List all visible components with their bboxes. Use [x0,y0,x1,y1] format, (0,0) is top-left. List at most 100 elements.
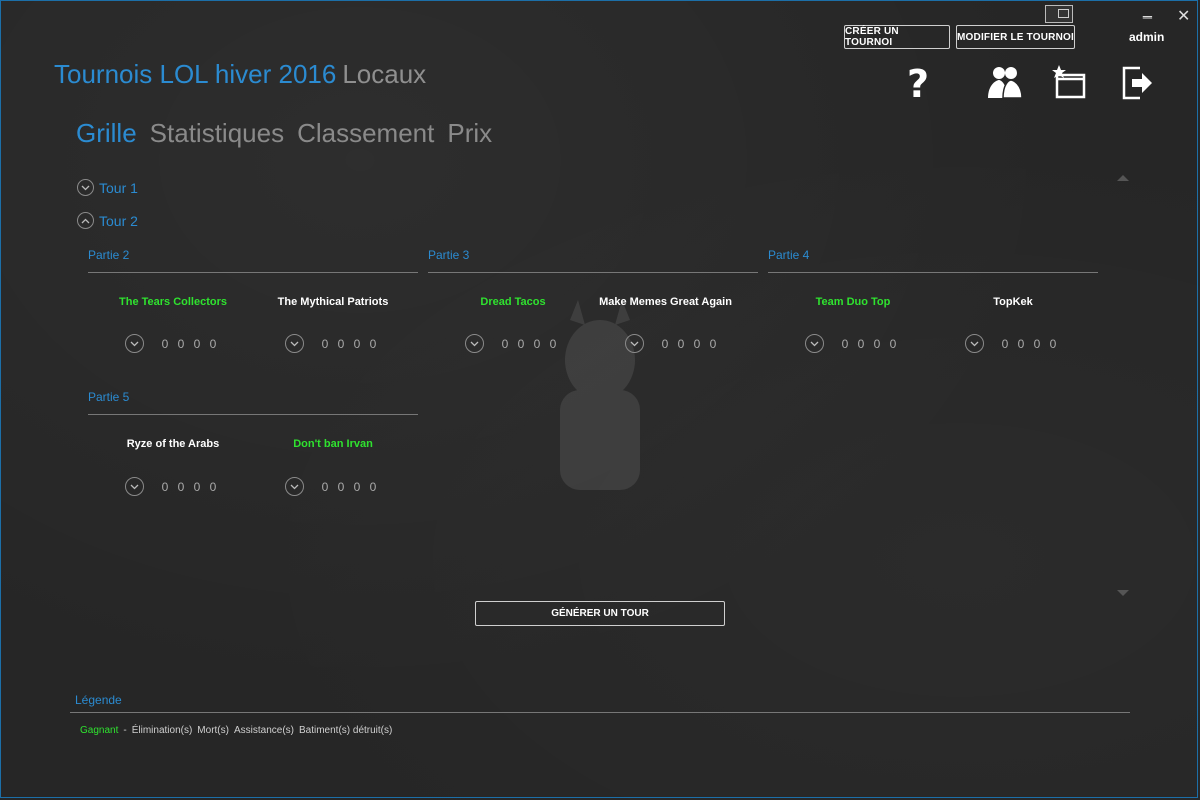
team-stats: 0000 [465,334,561,353]
assists-value: 0 [193,336,201,351]
chevron-down-icon[interactable] [625,334,644,353]
legend-winner: Gagnant [80,725,119,736]
tab-statistiques[interactable]: Statistiques [150,118,284,149]
team-stats: 0000 [625,334,721,353]
chevron-down-icon[interactable] [125,477,144,496]
tournament-name: Tournois LOL hiver 2016 [54,59,337,89]
tour-label: Tour 2 [99,212,138,229]
buildings-value: 0 [549,336,557,351]
team-name: Make Memes Great Again [599,296,732,308]
buildings-value: 0 [1049,336,1057,351]
team-name: TopKek [993,296,1033,308]
deaths-value: 0 [677,336,685,351]
team-name: Dread Tacos [480,296,546,308]
scroll-down-arrow-icon[interactable] [1117,590,1129,596]
tour-2-toggle[interactable]: Tour 2 [77,212,138,229]
legend-item: Mort(s) [197,725,229,736]
chevron-down-icon[interactable] [465,334,484,353]
match-label: Partie 5 [88,390,130,404]
legend: Gagnant - Élimination(s) Mort(s) Assista… [80,725,392,736]
buildings-value: 0 [369,479,377,494]
assists-value: 0 [693,336,701,351]
generate-round-button[interactable]: GÉNÉRER UN TOUR [475,601,725,626]
team-stats: 0000 [805,334,901,353]
team-stats: 0000 [285,477,381,496]
deaths-value: 0 [857,336,865,351]
legend-separator: - [123,725,127,736]
assists-value: 0 [873,336,881,351]
close-button[interactable]: ✕ [1177,6,1190,26]
tab-prix[interactable]: Prix [447,118,492,149]
assists-value: 0 [1033,336,1041,351]
scroll-up-arrow-icon[interactable] [1117,175,1129,181]
team-name: Team Duo Top [815,296,891,308]
legend-item: Élimination(s) [131,725,193,736]
match-label: Partie 3 [428,248,470,262]
deaths-value: 0 [177,336,185,351]
minimize-button[interactable]: ‗ [1143,2,1152,20]
chevron-down-icon[interactable] [805,334,824,353]
chevron-down-icon[interactable] [965,334,984,353]
kills-value: 0 [321,479,329,494]
team-name: The Tears Collectors [119,296,227,308]
tab-classement[interactable]: Classement [297,118,434,149]
legend-title: Légende [75,693,122,707]
legend-divider [70,712,1130,713]
kills-value: 0 [161,479,169,494]
kills-value: 0 [501,336,509,351]
tour-1-toggle[interactable]: Tour 1 [77,179,138,196]
chevron-down-icon[interactable] [285,334,304,353]
kills-value: 0 [321,336,329,351]
chevron-down-icon[interactable] [285,477,304,496]
buildings-value: 0 [709,336,717,351]
svg-text:?: ? [907,64,929,102]
main-tabs: Grille Statistiques Classement Prix [76,118,492,149]
create-tournament-button[interactable]: CRÉER UN TOURNOI [844,25,950,49]
legend-item: Batiment(s) détruit(s) [298,725,393,736]
team-name: The Mythical Patriots [277,296,389,308]
team-stats: 0000 [965,334,1061,353]
tab-grille[interactable]: Grille [76,118,137,149]
assists-value: 0 [193,479,201,494]
deaths-value: 0 [1017,336,1025,351]
legend-item: Assistance(s) [233,725,294,736]
username: admin [1129,30,1165,44]
deaths-value: 0 [337,336,345,351]
buildings-value: 0 [369,336,377,351]
page-title: Tournois LOL hiver 2016 Locaux [54,59,426,90]
assists-value: 0 [533,336,541,351]
team-stats: 0000 [285,334,381,353]
assists-value: 0 [353,479,361,494]
match-header: Partie 5 [88,384,418,415]
chevron-up-icon [77,212,94,229]
chevron-down-icon[interactable] [125,334,144,353]
match-header: Partie 2 [88,242,418,273]
kills-value: 0 [841,336,849,351]
buildings-value: 0 [209,336,217,351]
logout-icon[interactable] [1118,64,1158,102]
deaths-value: 0 [517,336,525,351]
match-label: Partie 2 [88,248,130,262]
modify-tournament-button[interactable]: MODIFIER LE TOURNOI [956,25,1075,49]
match-header: Partie 4 [768,242,1098,273]
deaths-value: 0 [337,479,345,494]
match-header: Partie 3 [428,242,758,273]
help-icon[interactable]: ? [898,62,938,106]
match-label: Partie 4 [768,248,810,262]
kills-value: 0 [661,336,669,351]
team-name: Ryze of the Arabs [126,438,220,450]
assists-value: 0 [353,336,361,351]
featured-window-icon[interactable] [1050,64,1090,102]
chevron-down-icon [77,179,94,196]
kills-value: 0 [1001,336,1009,351]
deaths-value: 0 [177,479,185,494]
tournament-location: Locaux [342,59,427,89]
kills-value: 0 [161,336,169,351]
team-stats: 0000 [125,334,221,353]
buildings-value: 0 [889,336,897,351]
buildings-value: 0 [209,479,217,494]
teams-icon[interactable] [985,64,1025,102]
team-stats: 0000 [125,477,221,496]
snap-window-icon[interactable] [1045,5,1073,23]
team-name: Don't ban Irvan [293,438,373,450]
